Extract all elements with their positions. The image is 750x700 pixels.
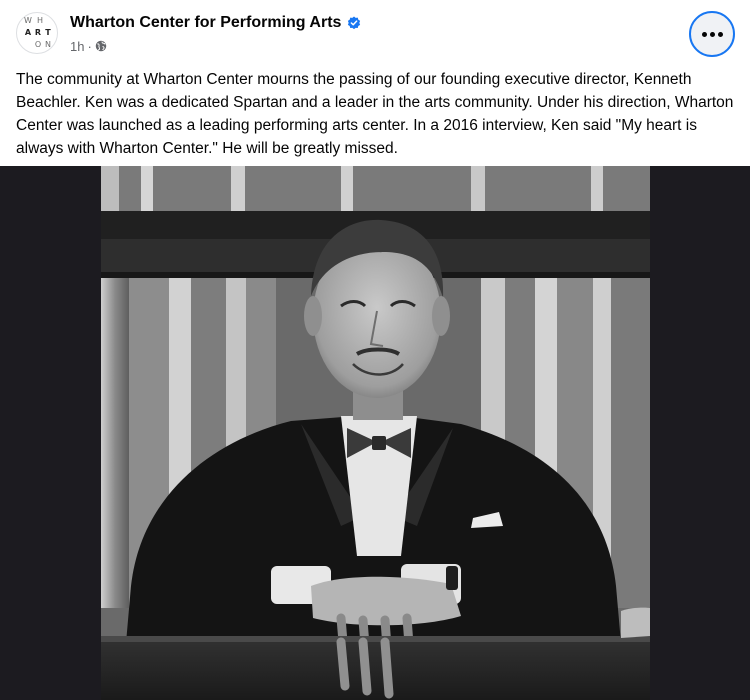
- more-options-button[interactable]: [689, 11, 735, 57]
- post-message: The community at Wharton Center mourns t…: [16, 71, 734, 157]
- logo-letter: R: [34, 28, 42, 37]
- logo-letter: N: [45, 40, 51, 49]
- meta-separator: ·: [87, 38, 92, 54]
- logo-letter: T: [45, 28, 51, 37]
- globe-icon: [95, 40, 107, 52]
- page-name-row: Wharton Center for Performing Arts: [70, 12, 361, 34]
- more-options-icon: [701, 31, 707, 37]
- verified-badge-icon: [348, 16, 361, 30]
- logo-letter: W: [24, 16, 32, 25]
- post-media[interactable]: [0, 166, 750, 700]
- post-header: W H A R T O N Wharton Center for Perform…: [0, 0, 750, 64]
- post-meta: 1h ·: [70, 38, 107, 54]
- page-avatar[interactable]: W H A R T O N: [16, 12, 58, 54]
- logo-letter: A: [24, 28, 32, 37]
- page-name[interactable]: Wharton Center for Performing Arts: [70, 14, 341, 32]
- logo-letter: O: [34, 40, 42, 49]
- post-timestamp[interactable]: 1h: [70, 39, 84, 54]
- post-photo[interactable]: [101, 166, 650, 700]
- more-options-icon-dot: [717, 31, 723, 37]
- more-options-icon-dot: [709, 31, 715, 37]
- photo-illustration: [101, 166, 650, 700]
- logo-letter: H: [36, 16, 43, 25]
